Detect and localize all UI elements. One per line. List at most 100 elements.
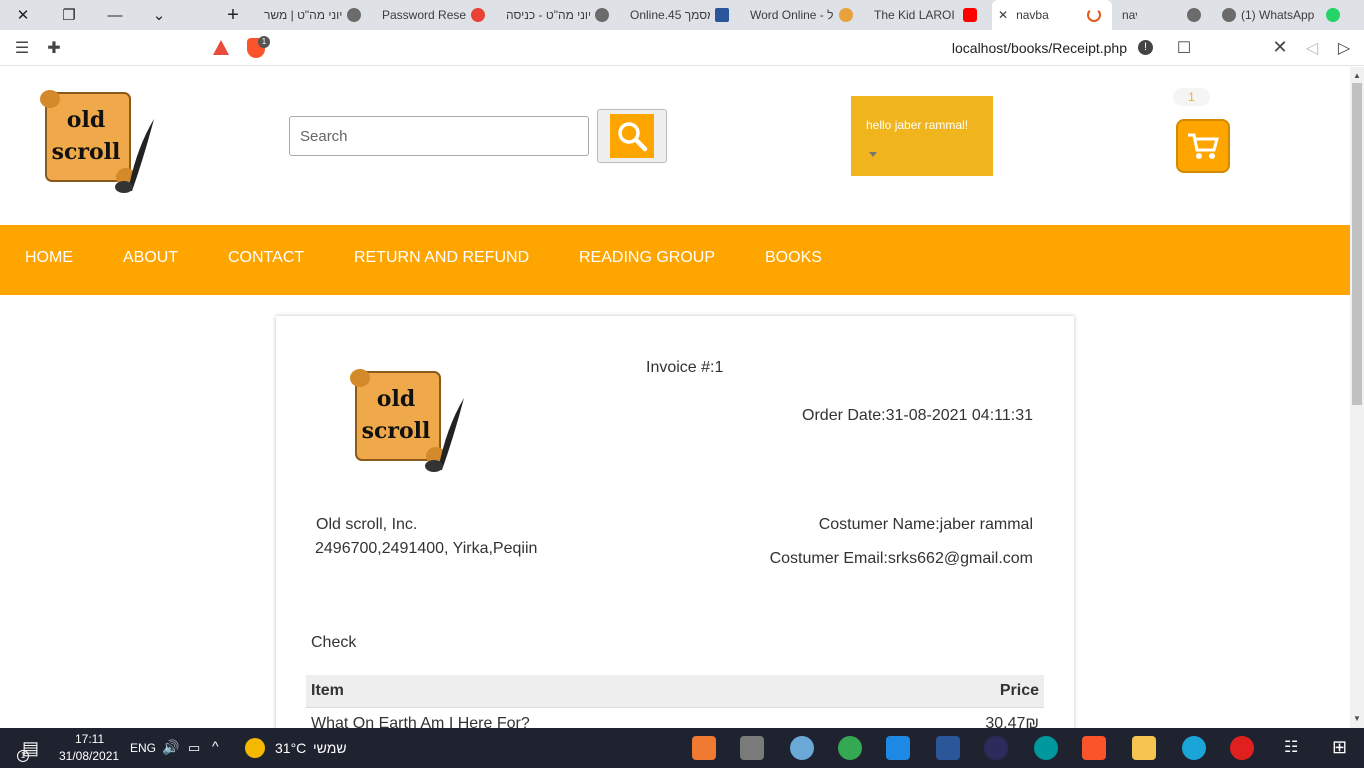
- brave-browser-icon[interactable]: [1082, 736, 1106, 760]
- browser-tab[interactable]: ציוני מה"ט - כניסה: [500, 0, 620, 30]
- opera-icon[interactable]: [1230, 736, 1254, 760]
- cart-count-badge: 1: [1173, 88, 1210, 106]
- customer-name: Costumer Name:jaber rammal: [818, 516, 1033, 533]
- gmail-icon: [471, 8, 485, 22]
- table-row: What On Earth Am I Here For? 30.47₪: [306, 708, 1044, 728]
- browser-tab[interactable]: Password Reset: [376, 0, 496, 30]
- snipping-tool-icon[interactable]: [740, 736, 764, 760]
- old-scroll-logo: old scroll: [40, 90, 154, 193]
- browser-tab[interactable]: ציוני מה"ט | משר: [258, 0, 372, 30]
- nav-about[interactable]: ABOUT: [123, 249, 178, 267]
- cart-button[interactable]: [1176, 119, 1230, 173]
- close-tab-icon[interactable]: ✕: [998, 8, 1008, 22]
- nav-home[interactable]: HOME: [25, 249, 73, 267]
- restore-window-icon[interactable]: ❐: [46, 0, 92, 30]
- battery-icon[interactable]: ▭: [188, 740, 200, 756]
- tab-search-icon[interactable]: ⌄: [136, 0, 182, 30]
- invoice-number: Invoice #:1: [646, 359, 724, 376]
- stop-loading-icon[interactable]: ✕: [1264, 30, 1296, 66]
- colorful-icon: [838, 8, 853, 22]
- word-icon[interactable]: [936, 736, 960, 760]
- item-name-cell: What On Earth Am I Here For?: [311, 715, 530, 728]
- file-explorer-icon[interactable]: [1132, 736, 1156, 760]
- volume-icon[interactable]: 🔊: [162, 739, 179, 756]
- loading-spinner-icon: [1087, 8, 1101, 22]
- forward-icon[interactable]: ▷: [1328, 30, 1360, 66]
- globe-icon: [347, 8, 361, 22]
- company-name: Old scroll, Inc.: [316, 516, 418, 533]
- browser-toolbar: ☰ ✚ 1 localhost/books/Receipt.php ! ☐ ✕ …: [0, 30, 1364, 66]
- user-greeting: hello jaber rammal!: [866, 118, 969, 132]
- chevron-up-icon[interactable]: ^: [212, 738, 219, 754]
- nav-contact[interactable]: CONTACT: [228, 249, 304, 267]
- language-indicator[interactable]: ENG: [130, 741, 156, 755]
- search-input[interactable]: [289, 116, 589, 156]
- table-header-row: Item Price: [306, 675, 1044, 708]
- nav-reading-group[interactable]: READING GROUP: [579, 249, 715, 267]
- extensions-icon[interactable]: ✚: [38, 30, 70, 66]
- word-icon: [715, 8, 729, 22]
- scroll-down-icon[interactable]: ▼: [1353, 714, 1361, 723]
- customer-email: Costumer Email:srks662@gmail.com: [769, 550, 1033, 567]
- temperature[interactable]: 31°C: [275, 740, 306, 756]
- whatsapp-icon: [1326, 8, 1341, 22]
- minimize-window-icon[interactable]: —: [92, 0, 138, 30]
- receipt-logo: old scroll: [350, 369, 464, 472]
- shopping-cart-icon: [1188, 133, 1219, 159]
- windows-start-icon[interactable]: ⊞: [1332, 737, 1347, 758]
- back-icon[interactable]: ◁: [1296, 30, 1328, 66]
- close-window-icon[interactable]: ✕: [0, 0, 46, 30]
- globe-icon: [1222, 8, 1236, 22]
- item-price-cell: 30.47₪: [985, 715, 1039, 728]
- globe-icon: [1187, 8, 1201, 22]
- eclipse-icon[interactable]: [984, 736, 1008, 760]
- url-text[interactable]: localhost/books/Receipt.php: [952, 40, 1127, 56]
- clock-date[interactable]: 31/08/2021: [59, 749, 119, 763]
- address-bar[interactable]: 1 localhost/books/Receipt.php !: [205, 34, 1163, 62]
- payment-method: Check: [311, 634, 357, 651]
- sidebar-menu-icon[interactable]: ☰: [6, 30, 38, 66]
- edge-icon[interactable]: [1182, 736, 1206, 760]
- vscode-icon[interactable]: [886, 736, 910, 760]
- browser-tab-strip: ✕ ❐ — ⌄ + ציוני מה"ט | משר Password Rese…: [0, 0, 1364, 30]
- page-viewport: old scroll hello jaber rammal! 1 HOME AB…: [0, 67, 1350, 728]
- browser-tab[interactable]: Online.45 מסמך: [624, 0, 740, 30]
- scrollbar-thumb[interactable]: [1352, 83, 1362, 405]
- search-icon: [610, 114, 654, 158]
- info-icon[interactable]: !: [1138, 40, 1153, 55]
- nav-return-and-refund[interactable]: RETURN AND REFUND: [354, 249, 529, 267]
- brave-rewards-icon[interactable]: [213, 40, 229, 55]
- new-tab-button[interactable]: +: [210, 0, 256, 30]
- browser-tab[interactable]: The Kid LAROI -: [868, 0, 988, 30]
- sun-icon: [245, 738, 265, 758]
- browser-tab[interactable]: navbar: [1116, 0, 1212, 30]
- youtube-icon: [963, 8, 977, 22]
- chrome-icon[interactable]: [838, 736, 862, 760]
- task-view-icon[interactable]: ☷: [1284, 737, 1298, 757]
- order-date: Order Date:31-08-2021 04:11:31: [802, 407, 1033, 424]
- bookmark-icon[interactable]: ☐: [1168, 30, 1200, 66]
- browser-tab-active[interactable]: ✕ navbar: [992, 0, 1112, 30]
- column-header-price: Price: [883, 675, 1044, 708]
- xampp-icon[interactable]: [692, 736, 716, 760]
- weather-condition[interactable]: שמשי: [313, 740, 347, 756]
- browser-tab[interactable]: Word Online - ל: [744, 0, 864, 30]
- main-navbar: HOME ABOUT CONTACT RETURN AND REFUND REA…: [0, 225, 1350, 295]
- company-address: 2496700,2491400, Yirka,Peqiin: [315, 540, 538, 557]
- page-scrollbar[interactable]: ▲ ▼: [1350, 67, 1364, 728]
- nav-books[interactable]: BOOKS: [765, 249, 822, 267]
- items-table: Item Price What On Earth Am I Here For? …: [306, 675, 1044, 728]
- receipt-card: old scroll Invoice #:1 Order Date:31-08-…: [276, 316, 1074, 728]
- arduino-icon[interactable]: [1034, 736, 1058, 760]
- svg-text:old: old: [377, 386, 415, 412]
- notification-count-badge: 1: [17, 750, 29, 762]
- scroll-up-icon[interactable]: ▲: [1353, 71, 1361, 80]
- user-menu[interactable]: hello jaber rammal!: [851, 96, 993, 176]
- windows-taskbar: ▤ 1 17:11 31/08/2021 ENG 🔊 ▭ ^ 31°C שמשי…: [0, 728, 1364, 768]
- column-header-item: Item: [306, 675, 884, 708]
- svg-text:old: old: [67, 107, 105, 133]
- clock-time[interactable]: 17:11: [75, 732, 104, 746]
- browser-tab[interactable]: (1) WhatsApp: [1216, 0, 1364, 30]
- paint-icon[interactable]: [790, 736, 814, 760]
- search-button[interactable]: [597, 109, 667, 163]
